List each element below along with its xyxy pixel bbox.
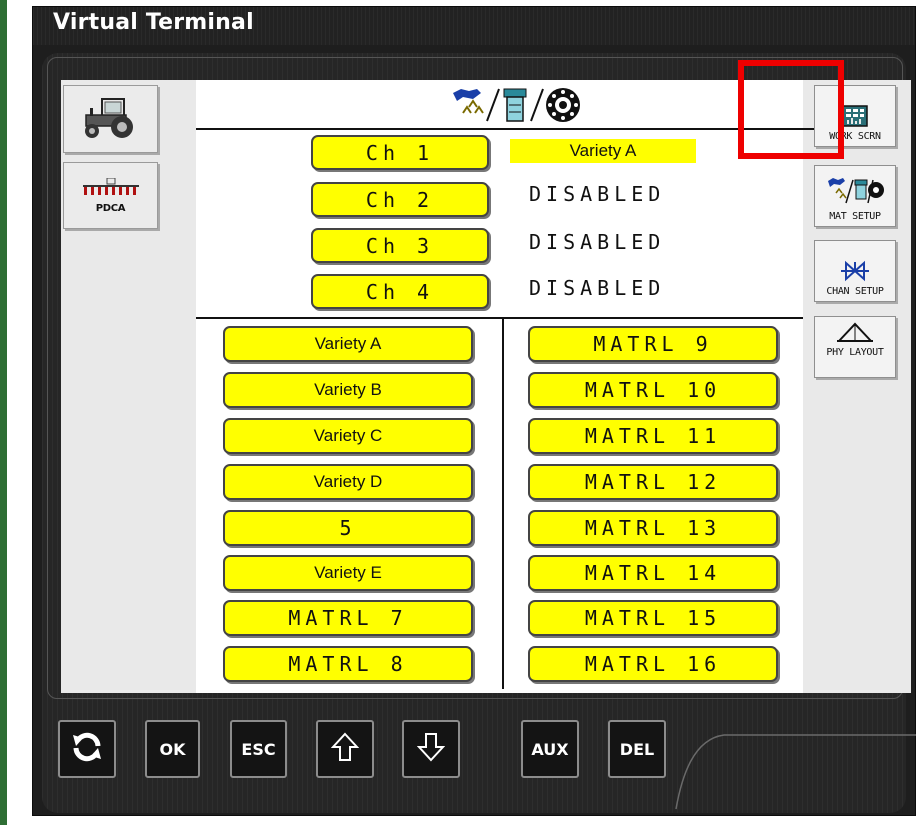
arrow-down-icon xyxy=(416,732,446,766)
material-button[interactable]: Variety B xyxy=(223,372,473,408)
material-label: MATRL 16 xyxy=(584,652,722,676)
material-label: MATRL 14 xyxy=(584,561,722,585)
material-label: MATRL 12 xyxy=(584,470,722,494)
channel-2-label: Ch 2 xyxy=(365,187,435,212)
chan-setup-label: CHAN SETUP xyxy=(826,286,884,297)
material-label: Variety B xyxy=(314,380,382,399)
refresh-button[interactable] xyxy=(58,720,116,778)
channel-2-button[interactable]: Ch 2 xyxy=(311,182,489,217)
mat-setup-label: MAT SETUP xyxy=(829,211,881,222)
material-label: Variety A xyxy=(314,334,382,353)
ok-label: OK xyxy=(159,739,186,759)
work-screen-icon xyxy=(842,105,868,131)
channel-3-label: Ch 3 xyxy=(365,233,435,258)
material-label: MATRL 7 xyxy=(288,606,408,630)
material-label: Variety E xyxy=(314,563,382,582)
ok-button[interactable]: OK xyxy=(145,720,200,778)
tractor-icon xyxy=(80,95,142,143)
window-title: Virtual Terminal xyxy=(53,10,254,35)
material-button[interactable]: MATRL 13 xyxy=(528,510,778,546)
material-label: Variety C xyxy=(313,426,383,445)
pdca-softkey[interactable]: PDCA xyxy=(63,162,158,229)
section-divider xyxy=(196,317,803,319)
material-button[interactable]: MATRL 12 xyxy=(528,464,778,500)
material-label: MATRL 10 xyxy=(584,378,722,402)
aux-label: AUX xyxy=(531,739,569,759)
esc-label: ESC xyxy=(241,739,276,759)
layout-triangle-icon xyxy=(835,321,875,347)
material-setup-icon xyxy=(826,177,884,211)
arrow-up-icon xyxy=(330,732,360,766)
material-label: MATRL 13 xyxy=(584,516,722,540)
material-setup-icon xyxy=(451,85,581,131)
material-button[interactable]: MATRL 9 xyxy=(528,326,778,362)
material-label: MATRL 15 xyxy=(584,606,722,630)
channel-2-status: DISABLED xyxy=(529,182,666,206)
material-button[interactable]: Variety A xyxy=(223,326,473,362)
planter-icon xyxy=(81,177,141,202)
down-button[interactable] xyxy=(402,720,460,778)
material-button[interactable]: Variety E xyxy=(223,555,473,591)
vt-screen: PDCA Ch 1 Ch 2 Ch 3 Ch 4 Variety A DISAB… xyxy=(61,80,911,693)
material-label: MATRL 11 xyxy=(584,424,722,448)
pdca-label: PDCA xyxy=(95,202,126,214)
channel-3-button[interactable]: Ch 3 xyxy=(311,228,489,263)
refresh-icon xyxy=(69,729,105,769)
channel-1-label: Ch 1 xyxy=(365,140,435,165)
aux-button[interactable]: AUX xyxy=(521,720,579,778)
work-screen-highlight xyxy=(738,60,844,159)
material-button[interactable]: MATRL 15 xyxy=(528,600,778,636)
channel-1-button[interactable]: Ch 1 xyxy=(311,135,489,170)
del-label: DEL xyxy=(619,739,655,759)
material-label: Variety D xyxy=(313,472,383,491)
chan-setup-softkey[interactable]: CHAN SETUP xyxy=(814,240,896,302)
material-button[interactable]: MATRL 8 xyxy=(223,646,473,682)
material-button[interactable]: Variety D xyxy=(223,464,473,500)
tractor-softkey[interactable] xyxy=(63,85,158,153)
material-button[interactable]: MATRL 14 xyxy=(528,555,778,591)
material-label: MATRL 8 xyxy=(288,652,408,676)
valve-icon xyxy=(840,260,870,286)
material-button[interactable]: MATRL 10 xyxy=(528,372,778,408)
del-button[interactable]: DEL xyxy=(608,720,666,778)
material-label: MATRL 9 xyxy=(593,332,713,356)
channel-4-button[interactable]: Ch 4 xyxy=(311,274,489,309)
phy-layout-label: PHY LAYOUT xyxy=(826,347,884,358)
esc-button[interactable]: ESC xyxy=(230,720,287,778)
material-button[interactable]: 5 xyxy=(223,510,473,546)
bezel-curve xyxy=(675,734,916,810)
material-button[interactable]: MATRL 7 xyxy=(223,600,473,636)
material-button[interactable]: Variety C xyxy=(223,418,473,454)
channel-3-status: DISABLED xyxy=(529,230,666,254)
material-label: 5 xyxy=(339,516,357,540)
mat-setup-softkey[interactable]: MAT SETUP xyxy=(814,165,896,227)
up-button[interactable] xyxy=(316,720,374,778)
header-divider xyxy=(196,128,821,130)
material-button[interactable]: MATRL 16 xyxy=(528,646,778,682)
column-divider xyxy=(502,319,504,689)
left-edge-bar xyxy=(0,0,7,825)
channel-1-status: Variety A xyxy=(510,139,696,163)
channel-4-status: DISABLED xyxy=(529,276,666,300)
title-bar: Virtual Terminal xyxy=(33,7,915,45)
phy-layout-softkey[interactable]: PHY LAYOUT xyxy=(814,316,896,378)
channel-4-label: Ch 4 xyxy=(365,279,435,304)
material-button[interactable]: MATRL 11 xyxy=(528,418,778,454)
